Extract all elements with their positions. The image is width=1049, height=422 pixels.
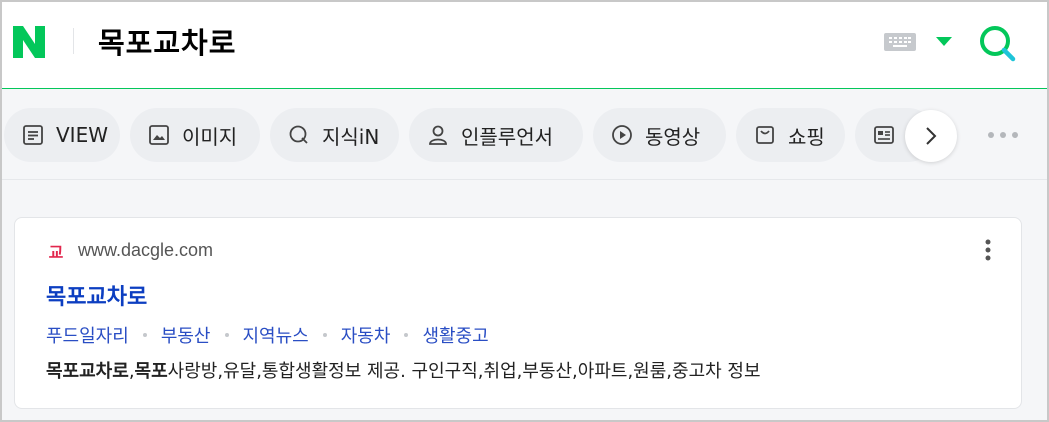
tab-label: 이미지 <box>182 124 238 149</box>
news-icon <box>874 126 894 144</box>
shopping-bag-icon <box>756 126 774 144</box>
view-icon <box>23 125 43 145</box>
result-sublinks: 푸드일자리 부동산 지역뉴스 자동차 생활중고 <box>46 322 489 348</box>
person-icon <box>429 125 447 145</box>
sublink-item[interactable]: 부동산 <box>161 322 211 348</box>
desc-highlight: 목포 <box>134 361 168 382</box>
sublink-item[interactable]: 푸드일자리 <box>46 322 129 348</box>
tab-kin[interactable]: 지식iN <box>270 108 399 162</box>
tab-label: 동영상 <box>645 124 701 149</box>
tab-images[interactable]: 이미지 <box>130 108 260 162</box>
kin-icon <box>289 125 308 144</box>
site-favicon-icon: 교 <box>49 243 64 261</box>
tabs-next-button[interactable] <box>905 110 957 162</box>
chevron-right-icon <box>926 127 937 145</box>
search-header: 목포교차로 <box>2 2 1047 89</box>
tab-label: 쇼핑 <box>788 124 825 149</box>
more-horizontal-icon[interactable] <box>986 128 1020 142</box>
sublink-separator <box>142 333 147 337</box>
sublink-item[interactable]: 생활중고 <box>422 322 488 348</box>
sublink-item[interactable]: 자동차 <box>341 322 391 348</box>
tab-label: VIEW <box>56 123 108 147</box>
desc-text: 사랑방,유달,통합생활정보 제공. 구인구직,취업,부동산,아파트,원룸,중고차… <box>167 361 761 382</box>
tab-video[interactable]: 동영상 <box>593 108 726 162</box>
tab-shopping[interactable]: 쇼핑 <box>736 108 845 162</box>
more-vertical-icon[interactable] <box>981 238 995 264</box>
result-title-link[interactable]: 목포교차로 <box>46 279 147 311</box>
sublink-separator <box>322 333 327 337</box>
result-url[interactable]: www.dacgle.com <box>78 240 213 261</box>
tab-label: 지식iN <box>322 124 380 149</box>
search-tabs: VIEW 이미지 지식iN 인플루언서 동영상 쇼핑 <box>2 90 1047 180</box>
sublink-separator <box>224 333 229 337</box>
tab-influencer[interactable]: 인플루언서 <box>409 108 583 162</box>
image-icon <box>149 125 169 145</box>
tab-label: 인플루언서 <box>461 124 553 149</box>
desc-highlight: 목포교차로 <box>46 361 129 382</box>
search-result-card: 교 www.dacgle.com 목포교차로 푸드일자리 부동산 지역뉴스 자동… <box>14 217 1022 409</box>
search-icon[interactable] <box>976 22 1018 64</box>
autocomplete-toggle-icon[interactable] <box>936 37 952 46</box>
play-icon <box>612 125 632 145</box>
sublink-item[interactable]: 지역뉴스 <box>243 322 309 348</box>
sublink-separator <box>404 333 409 337</box>
result-description: 목포교차로,목포사랑방,유달,통합생활정보 제공. 구인구직,취업,부동산,아파… <box>46 357 761 383</box>
page-frame: 목포교차로 VIEW 이미지 지식iN 인플루언서 동영상 쇼핑 교 www.d… <box>0 0 1049 422</box>
search-query[interactable]: 목포교차로 <box>98 20 236 62</box>
svg-text:교: 교 <box>49 243 64 261</box>
header-divider <box>73 28 74 54</box>
naver-logo-icon[interactable] <box>11 24 47 60</box>
tab-view[interactable]: VIEW <box>4 108 120 162</box>
keyboard-icon[interactable] <box>884 33 916 51</box>
